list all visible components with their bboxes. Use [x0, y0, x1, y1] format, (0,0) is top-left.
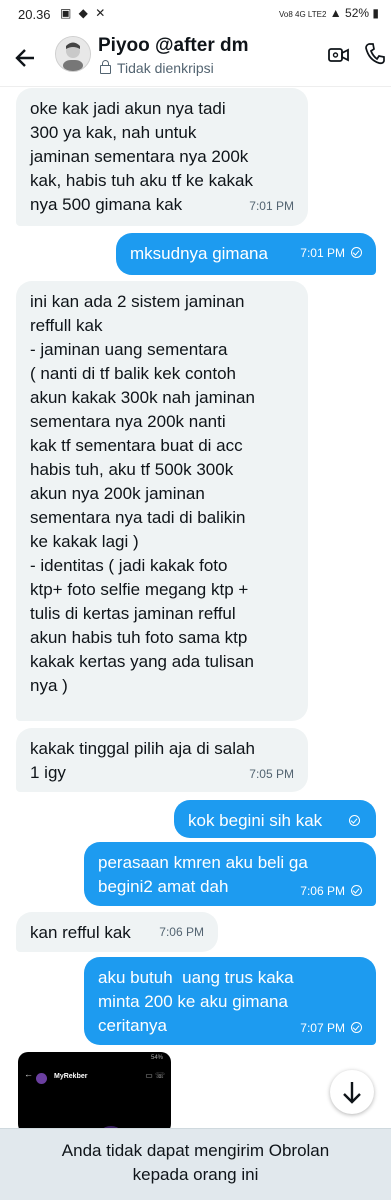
message-meta: 7:01 PM	[300, 246, 362, 260]
encryption-label: Tidak dienkripsi	[117, 60, 214, 76]
attachment-back-arrow-icon: ←	[24, 1069, 33, 1079]
message-text: aku butuh uang trus kaka minta 200 ke ak…	[98, 968, 294, 1035]
message-time: 7:06 PM	[300, 884, 345, 898]
sent-check-icon	[351, 885, 362, 896]
back-arrow-icon[interactable]	[12, 44, 42, 72]
battery-label: 52%	[345, 6, 370, 20]
notice-text: Anda tidak dapat mengirim Obrolan kepada…	[61, 1141, 330, 1184]
message-text: perasaan kmren aku beli ga begini2 amat …	[98, 853, 308, 896]
message-bubble-incoming[interactable]: oke kak jadi akun nya tadi 300 ya kak, n…	[16, 88, 308, 226]
sent-check-icon	[351, 247, 362, 258]
status-bar: 20.36 ▣ ◆ ✕ Vo8 4G LTE2 ▲ 52% ▮	[0, 0, 391, 30]
notification-icons: ▣ ◆ ✕	[60, 6, 108, 20]
cannot-message-notice: Anda tidak dapat mengirim Obrolan kepada…	[0, 1128, 391, 1200]
sent-check-icon	[351, 1022, 362, 1033]
message-bubble-outgoing[interactable]: kok begini sih kak	[174, 800, 376, 838]
arrow-down-icon	[343, 1082, 361, 1104]
encryption-status: Tidak dienkripsi	[100, 60, 214, 76]
message-text: kan refful kak	[30, 923, 131, 942]
message-time: 7:05 PM	[249, 767, 294, 781]
image-attachment[interactable]: 54% ← MyRekber ▭ ☏	[18, 1052, 171, 1134]
message-bubble-outgoing[interactable]: mksudnya gimana 7:01 PM	[116, 233, 376, 275]
attachment-battery: 54%	[150, 1055, 163, 1061]
attachment-call-icons: ▭ ☏	[145, 1071, 165, 1080]
attachment-avatar	[36, 1073, 47, 1084]
message-bubble-incoming[interactable]: kan refful kak 7:06 PM	[16, 912, 218, 952]
message-time: 7:06 PM	[159, 925, 204, 939]
lock-icon	[100, 60, 111, 74]
status-time: 20.36	[18, 7, 51, 22]
chat-title[interactable]: Piyoo @after dm	[98, 35, 249, 57]
chat-header: Piyoo @after dm Tidak dienkripsi	[0, 30, 391, 87]
message-text: oke kak jadi akun nya tadi 300 ya kak, n…	[30, 99, 254, 214]
avatar[interactable]	[55, 36, 91, 72]
message-time: 7:07 PM	[300, 1021, 345, 1035]
scroll-to-bottom-button[interactable]	[330, 1070, 374, 1114]
message-text: mksudnya gimana	[130, 244, 268, 263]
sent-check-icon	[349, 815, 360, 826]
video-call-icon[interactable]	[328, 44, 350, 66]
message-text: ini kan ada 2 sistem jaminan reffull kak…	[30, 292, 255, 695]
message-bubble-incoming[interactable]: kakak tinggal pilih aja di salah 1 igy 7…	[16, 728, 308, 792]
attachment-app-name: MyRekber	[54, 1073, 88, 1080]
message-bubble-outgoing[interactable]: aku butuh uang trus kaka minta 200 ke ak…	[84, 957, 376, 1045]
signal-icon: ▲	[329, 6, 342, 20]
message-text: kok begini sih kak	[188, 811, 323, 830]
network-label: Vo8 4G LTE2	[279, 10, 327, 19]
phone-call-icon[interactable]	[364, 42, 386, 66]
status-right: Vo8 4G LTE2 ▲ 52% ▮	[279, 6, 379, 20]
message-meta: 7:07 PM	[300, 1021, 362, 1035]
message-time: 7:01 PM	[300, 246, 345, 260]
battery-icon: ▮	[372, 6, 379, 20]
message-meta: 7:06 PM	[300, 884, 362, 898]
message-bubble-outgoing[interactable]: perasaan kmren aku beli ga begini2 amat …	[84, 842, 376, 906]
message-bubble-incoming[interactable]: ini kan ada 2 sistem jaminan reffull kak…	[16, 281, 308, 721]
